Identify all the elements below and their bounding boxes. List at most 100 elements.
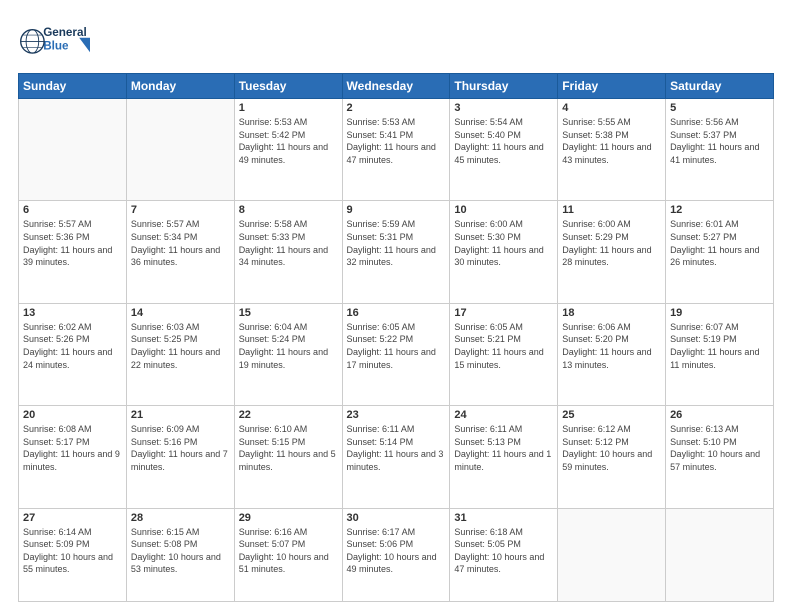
day-number: 11 bbox=[562, 204, 661, 216]
day-info: Sunrise: 6:18 AMSunset: 5:05 PMDaylight:… bbox=[454, 526, 553, 576]
calendar-cell: 14 Sunrise: 6:03 AMSunset: 5:25 PMDayligh… bbox=[126, 303, 234, 405]
day-number: 19 bbox=[670, 307, 769, 319]
calendar-cell: 13 Sunrise: 6:02 AMSunset: 5:26 PMDayligh… bbox=[19, 303, 127, 405]
logo: General Blue bbox=[18, 18, 108, 63]
calendar-cell: 26Sunrise: 6:13 AMSunset: 5:10 PMDayligh… bbox=[666, 406, 774, 508]
day-info: Sunrise: 6:02 AMSunset: 5:26 PMDaylight:… bbox=[23, 321, 122, 371]
day-number: 14 bbox=[131, 307, 230, 319]
weekday-header-friday: Friday bbox=[558, 74, 666, 99]
day-number: 6 bbox=[23, 204, 122, 216]
page: General Blue SundayMondayTuesdayWednesda… bbox=[0, 0, 792, 612]
calendar-cell: 22 Sunrise: 6:10 AMSunset: 5:15 PMDayligh… bbox=[234, 406, 342, 508]
day-number: 1 bbox=[239, 102, 338, 114]
calendar-cell: 15Sunrise: 6:04 AMSunset: 5:24 PMDayligh… bbox=[234, 303, 342, 405]
calendar-cell: 9 Sunrise: 5:59 AMSunset: 5:31 PMDaylight… bbox=[342, 201, 450, 303]
day-info: Sunrise: 6:12 AMSunset: 5:12 PMDaylight:… bbox=[562, 423, 661, 473]
calendar-cell: 10 Sunrise: 6:00 AMSunset: 5:30 PMDayligh… bbox=[450, 201, 558, 303]
weekday-header-thursday: Thursday bbox=[450, 74, 558, 99]
day-info: Sunrise: 6:06 AMSunset: 5:20 PMDaylight:… bbox=[562, 321, 661, 371]
day-number: 27 bbox=[23, 512, 122, 524]
day-info: Sunrise: 6:05 AMSunset: 5:22 PMDaylight:… bbox=[347, 321, 446, 371]
day-number: 9 bbox=[347, 204, 446, 216]
day-number: 29 bbox=[239, 512, 338, 524]
day-number: 26 bbox=[670, 409, 769, 421]
calendar-cell: 1Sunrise: 5:53 AMSunset: 5:42 PMDaylight… bbox=[234, 99, 342, 201]
calendar-cell: 4 Sunrise: 5:55 AMSunset: 5:38 PMDaylight… bbox=[558, 99, 666, 201]
day-number: 24 bbox=[454, 409, 553, 421]
day-info: Sunrise: 6:17 AMSunset: 5:06 PMDaylight:… bbox=[347, 526, 446, 576]
day-info: Sunrise: 5:56 AMSunset: 5:37 PMDaylight:… bbox=[670, 116, 769, 166]
day-info: Sunrise: 6:03 AMSunset: 5:25 PMDaylight:… bbox=[131, 321, 230, 371]
calendar-cell: 11 Sunrise: 6:00 AMSunset: 5:29 PMDayligh… bbox=[558, 201, 666, 303]
calendar-cell: 23 Sunrise: 6:11 AMSunset: 5:14 PMDayligh… bbox=[342, 406, 450, 508]
day-number: 28 bbox=[131, 512, 230, 524]
calendar-week-row: 20 Sunrise: 6:08 AMSunset: 5:17 PMDayligh… bbox=[19, 406, 774, 508]
day-number: 10 bbox=[454, 204, 553, 216]
day-number: 3 bbox=[454, 102, 553, 114]
day-info: Sunrise: 6:16 AMSunset: 5:07 PMDaylight:… bbox=[239, 526, 338, 576]
calendar-cell: 20 Sunrise: 6:08 AMSunset: 5:17 PMDayligh… bbox=[19, 406, 127, 508]
day-info: Sunrise: 6:01 AMSunset: 5:27 PMDaylight:… bbox=[670, 218, 769, 268]
day-info: Sunrise: 6:11 AMSunset: 5:13 PMDaylight:… bbox=[454, 423, 553, 473]
svg-text:General: General bbox=[43, 26, 87, 39]
day-number: 12 bbox=[670, 204, 769, 216]
weekday-header-sunday: Sunday bbox=[19, 74, 127, 99]
calendar-cell: 21 Sunrise: 6:09 AMSunset: 5:16 PMDayligh… bbox=[126, 406, 234, 508]
calendar-cell bbox=[666, 508, 774, 601]
day-number: 18 bbox=[562, 307, 661, 319]
calendar-week-row: 6Sunrise: 5:57 AMSunset: 5:36 PMDaylight… bbox=[19, 201, 774, 303]
calendar-cell: 6Sunrise: 5:57 AMSunset: 5:36 PMDaylight… bbox=[19, 201, 127, 303]
calendar-cell: 27 Sunrise: 6:14 AMSunset: 5:09 PMDayligh… bbox=[19, 508, 127, 601]
day-number: 22 bbox=[239, 409, 338, 421]
day-number: 7 bbox=[131, 204, 230, 216]
weekday-header-tuesday: Tuesday bbox=[234, 74, 342, 99]
day-info: Sunrise: 6:00 AMSunset: 5:30 PMDaylight:… bbox=[454, 218, 553, 268]
calendar-cell: 24 Sunrise: 6:11 AMSunset: 5:13 PMDayligh… bbox=[450, 406, 558, 508]
day-number: 23 bbox=[347, 409, 446, 421]
day-info: Sunrise: 6:15 AMSunset: 5:08 PMDaylight:… bbox=[131, 526, 230, 576]
day-info: Sunrise: 6:07 AMSunset: 5:19 PMDaylight:… bbox=[670, 321, 769, 371]
day-info: Sunrise: 6:11 AMSunset: 5:14 PMDaylight:… bbox=[347, 423, 446, 473]
weekday-header-wednesday: Wednesday bbox=[342, 74, 450, 99]
calendar-cell: 16 Sunrise: 6:05 AMSunset: 5:22 PMDayligh… bbox=[342, 303, 450, 405]
day-number: 25 bbox=[562, 409, 661, 421]
calendar-cell bbox=[19, 99, 127, 201]
weekday-header-row: SundayMondayTuesdayWednesdayThursdayFrid… bbox=[19, 74, 774, 99]
calendar-cell: 25 Sunrise: 6:12 AMSunset: 5:12 PMDayligh… bbox=[558, 406, 666, 508]
weekday-header-monday: Monday bbox=[126, 74, 234, 99]
day-number: 21 bbox=[131, 409, 230, 421]
calendar-week-row: 27 Sunrise: 6:14 AMSunset: 5:09 PMDayligh… bbox=[19, 508, 774, 601]
header: General Blue bbox=[18, 18, 774, 63]
day-number: 2 bbox=[347, 102, 446, 114]
day-number: 13 bbox=[23, 307, 122, 319]
day-info: Sunrise: 6:14 AMSunset: 5:09 PMDaylight:… bbox=[23, 526, 122, 576]
calendar-cell: 5Sunrise: 5:56 AMSunset: 5:37 PMDaylight… bbox=[666, 99, 774, 201]
day-info: Sunrise: 6:09 AMSunset: 5:16 PMDaylight:… bbox=[131, 423, 230, 473]
day-info: Sunrise: 5:58 AMSunset: 5:33 PMDaylight:… bbox=[239, 218, 338, 268]
day-info: Sunrise: 6:08 AMSunset: 5:17 PMDaylight:… bbox=[23, 423, 122, 473]
calendar-cell bbox=[126, 99, 234, 201]
day-number: 20 bbox=[23, 409, 122, 421]
day-info: Sunrise: 6:00 AMSunset: 5:29 PMDaylight:… bbox=[562, 218, 661, 268]
day-info: Sunrise: 5:54 AMSunset: 5:40 PMDaylight:… bbox=[454, 116, 553, 166]
day-info: Sunrise: 5:59 AMSunset: 5:31 PMDaylight:… bbox=[347, 218, 446, 268]
day-info: Sunrise: 6:10 AMSunset: 5:15 PMDaylight:… bbox=[239, 423, 338, 473]
calendar-cell: 7Sunrise: 5:57 AMSunset: 5:34 PMDaylight… bbox=[126, 201, 234, 303]
calendar-cell: 3 Sunrise: 5:54 AMSunset: 5:40 PMDaylight… bbox=[450, 99, 558, 201]
calendar-cell: 28 Sunrise: 6:15 AMSunset: 5:08 PMDayligh… bbox=[126, 508, 234, 601]
calendar-cell: 12 Sunrise: 6:01 AMSunset: 5:27 PMDayligh… bbox=[666, 201, 774, 303]
calendar-table: SundayMondayTuesdayWednesdayThursdayFrid… bbox=[18, 73, 774, 602]
calendar-cell: 31 Sunrise: 6:18 AMSunset: 5:05 PMDayligh… bbox=[450, 508, 558, 601]
day-number: 31 bbox=[454, 512, 553, 524]
logo-svg: General Blue bbox=[18, 18, 108, 63]
day-info: Sunrise: 5:55 AMSunset: 5:38 PMDaylight:… bbox=[562, 116, 661, 166]
day-info: Sunrise: 5:53 AMSunset: 5:41 PMDaylight:… bbox=[347, 116, 446, 166]
day-number: 4 bbox=[562, 102, 661, 114]
day-number: 16 bbox=[347, 307, 446, 319]
day-number: 30 bbox=[347, 512, 446, 524]
calendar-cell: 29 Sunrise: 6:16 AMSunset: 5:07 PMDayligh… bbox=[234, 508, 342, 601]
calendar-cell: 8Sunrise: 5:58 AMSunset: 5:33 PMDaylight… bbox=[234, 201, 342, 303]
calendar-week-row: 13 Sunrise: 6:02 AMSunset: 5:26 PMDayligh… bbox=[19, 303, 774, 405]
calendar-week-row: 1Sunrise: 5:53 AMSunset: 5:42 PMDaylight… bbox=[19, 99, 774, 201]
calendar-cell: 2 Sunrise: 5:53 AMSunset: 5:41 PMDaylight… bbox=[342, 99, 450, 201]
